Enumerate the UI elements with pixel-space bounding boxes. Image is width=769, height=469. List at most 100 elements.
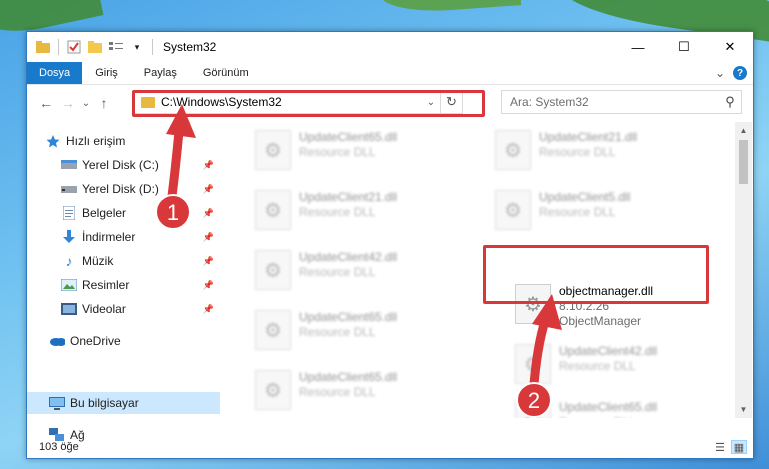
- sidebar-item-label: Müzik: [82, 254, 114, 268]
- tab-file[interactable]: Dosya: [27, 62, 83, 84]
- status-bar: 103 öğe ☰ ▦: [27, 436, 753, 458]
- dll-file-icon: ⚙: [255, 130, 291, 170]
- maximize-button[interactable]: ☐: [661, 32, 707, 62]
- file-name: UpdateClient65.dll: [559, 400, 658, 414]
- palm-leaf-decoration: [378, 0, 522, 15]
- toolbar-divider: [58, 39, 59, 55]
- properties-icon[interactable]: [66, 39, 82, 55]
- ribbon-right: ⌄ ?: [715, 62, 753, 84]
- file-tile[interactable]: ⚙ UpdateClient65.dll Resource DLL: [255, 368, 485, 414]
- up-button[interactable]: ↑: [93, 95, 115, 111]
- cloud-icon: [49, 334, 65, 348]
- file-tile[interactable]: ⚙ UpdateClient42.dll Resource DLL: [255, 248, 485, 294]
- window-title: System32: [163, 40, 217, 54]
- pin-icon[interactable]: 📌: [203, 184, 214, 195]
- new-folder-icon[interactable]: [87, 39, 103, 55]
- minimize-button[interactable]: —: [615, 32, 661, 62]
- ribbon-tabs: Dosya Giriş Paylaş Görünüm ⌄ ?: [27, 62, 753, 85]
- file-type: Resource DLL: [299, 385, 376, 399]
- dll-file-icon: ⚙: [255, 190, 291, 230]
- dll-file-icon: ⚙: [495, 190, 531, 230]
- file-name: UpdateClient65.dll: [299, 130, 398, 144]
- sidebar-item-label: Yerel Disk (C:): [82, 158, 159, 172]
- scroll-down-icon[interactable]: ▼: [735, 401, 752, 418]
- pin-icon[interactable]: 📌: [203, 208, 214, 219]
- sidebar-item-this-pc[interactable]: Bu bilgisayar: [27, 392, 220, 414]
- video-icon: [61, 302, 77, 316]
- pin-icon[interactable]: 📌: [203, 232, 214, 243]
- search-input[interactable]: Ara: System32: [510, 95, 719, 109]
- music-icon: ♪: [65, 253, 73, 269]
- customize-toolbar-icon[interactable]: ▾: [129, 39, 145, 55]
- window-controls: — ☐ ✕: [615, 32, 753, 62]
- file-name: UpdateClient21.dll: [299, 190, 398, 204]
- sidebar-item-documents[interactable]: Belgeler 📌: [27, 202, 220, 224]
- file-type: Resource DLL: [299, 145, 376, 159]
- navigation-pane: Hızlı erişim Yerel Disk (C:) 📌 Yerel Dis…: [27, 122, 220, 418]
- tiles-view-icon[interactable]: ▦: [731, 440, 747, 454]
- file-name: UpdateClient42.dll: [299, 250, 398, 264]
- help-icon[interactable]: ?: [733, 66, 747, 80]
- search-icon[interactable]: ⚲: [719, 94, 741, 110]
- scroll-up-icon[interactable]: ▲: [735, 122, 752, 139]
- computer-icon: [49, 396, 65, 410]
- file-name: UpdateClient42.dll: [559, 344, 658, 358]
- file-name: UpdateClient65.dll: [299, 370, 398, 384]
- title-bar: ▾ System32 — ☐ ✕: [27, 32, 753, 62]
- file-tile[interactable]: ⚙ UpdateClient65.dll Resource DLL: [515, 398, 737, 418]
- vertical-scrollbar[interactable]: ▲ ▼: [735, 122, 752, 418]
- drive-icon: [61, 158, 77, 172]
- file-type: ObjectManager: [559, 314, 642, 328]
- view-options-icon[interactable]: [108, 39, 124, 55]
- file-type: Resource DLL: [559, 359, 636, 373]
- tab-home[interactable]: Giriş: [82, 62, 131, 84]
- dll-file-icon: ⚙: [515, 344, 551, 384]
- file-name: UpdateClient65.dll: [299, 310, 398, 324]
- file-tile[interactable]: ⚙ UpdateClient21.dll Resource DLL: [255, 188, 485, 234]
- back-button[interactable]: ←: [35, 95, 57, 111]
- pin-icon[interactable]: 📌: [203, 304, 214, 315]
- sidebar-item-pictures[interactable]: Resimler 📌: [27, 274, 220, 296]
- search-box[interactable]: Ara: System32 ⚲: [501, 90, 742, 114]
- file-tile[interactable]: ⚙ UpdateClient42.dll Resource DLL: [515, 342, 737, 388]
- forward-button[interactable]: →: [57, 95, 79, 111]
- sidebar-item-quick-access[interactable]: Hızlı erişim: [27, 130, 220, 152]
- pin-icon[interactable]: 📌: [203, 280, 214, 291]
- quick-access-toolbar: ▾: [35, 39, 155, 55]
- file-tile[interactable]: ⚙ UpdateClient65.dll Resource DLL: [255, 128, 485, 174]
- recent-locations-icon[interactable]: ⌄: [79, 98, 93, 109]
- sidebar-item-downloads[interactable]: İndirmeler 📌: [27, 226, 220, 248]
- file-highlight-box: [483, 245, 709, 304]
- expand-ribbon-icon[interactable]: ⌄: [715, 66, 725, 80]
- sidebar-item-label: Yerel Disk (D:): [82, 182, 159, 196]
- item-count: 103 öğe: [39, 441, 79, 453]
- sidebar-item-onedrive[interactable]: OneDrive: [27, 330, 220, 352]
- sidebar-item-videos[interactable]: Videolar 📌: [27, 298, 220, 320]
- sidebar-item-drive-d[interactable]: Yerel Disk (D:) 📌: [27, 178, 220, 200]
- sidebar-item-label: OneDrive: [70, 334, 121, 348]
- download-icon: [61, 230, 77, 244]
- file-type: Resource DLL: [299, 325, 376, 339]
- close-button[interactable]: ✕: [707, 32, 753, 62]
- details-view-icon[interactable]: ☰: [712, 440, 728, 454]
- folder-icon: [35, 39, 51, 55]
- file-tile[interactable]: ⚙ UpdateClient21.dll Resource DLL: [495, 128, 725, 174]
- scrollbar-thumb[interactable]: [739, 140, 748, 184]
- file-tile[interactable]: ⚙ UpdateClient65.dll Resource DLL: [255, 308, 485, 354]
- pin-icon[interactable]: 📌: [203, 256, 214, 267]
- sidebar-item-drive-c[interactable]: Yerel Disk (C:) 📌: [27, 154, 220, 176]
- file-name: UpdateClient21.dll: [539, 130, 638, 144]
- sidebar-item-music[interactable]: ♪ Müzik 📌: [27, 250, 220, 272]
- documents-icon: [61, 206, 77, 220]
- drive-icon: [61, 182, 77, 196]
- pictures-icon: [61, 278, 77, 292]
- tab-view[interactable]: Görünüm: [190, 62, 262, 84]
- pin-icon[interactable]: 📌: [203, 160, 214, 171]
- file-type: Resource DLL: [299, 205, 376, 219]
- sidebar-item-label: Bu bilgisayar: [70, 396, 139, 410]
- view-switcher: ☰ ▦: [712, 440, 747, 454]
- dll-file-icon: ⚙: [515, 400, 551, 418]
- file-tile[interactable]: ⚙ UpdateClient5.dll Resource DLL: [495, 188, 725, 234]
- tab-share[interactable]: Paylaş: [131, 62, 190, 84]
- file-type: Resource DLL: [299, 265, 376, 279]
